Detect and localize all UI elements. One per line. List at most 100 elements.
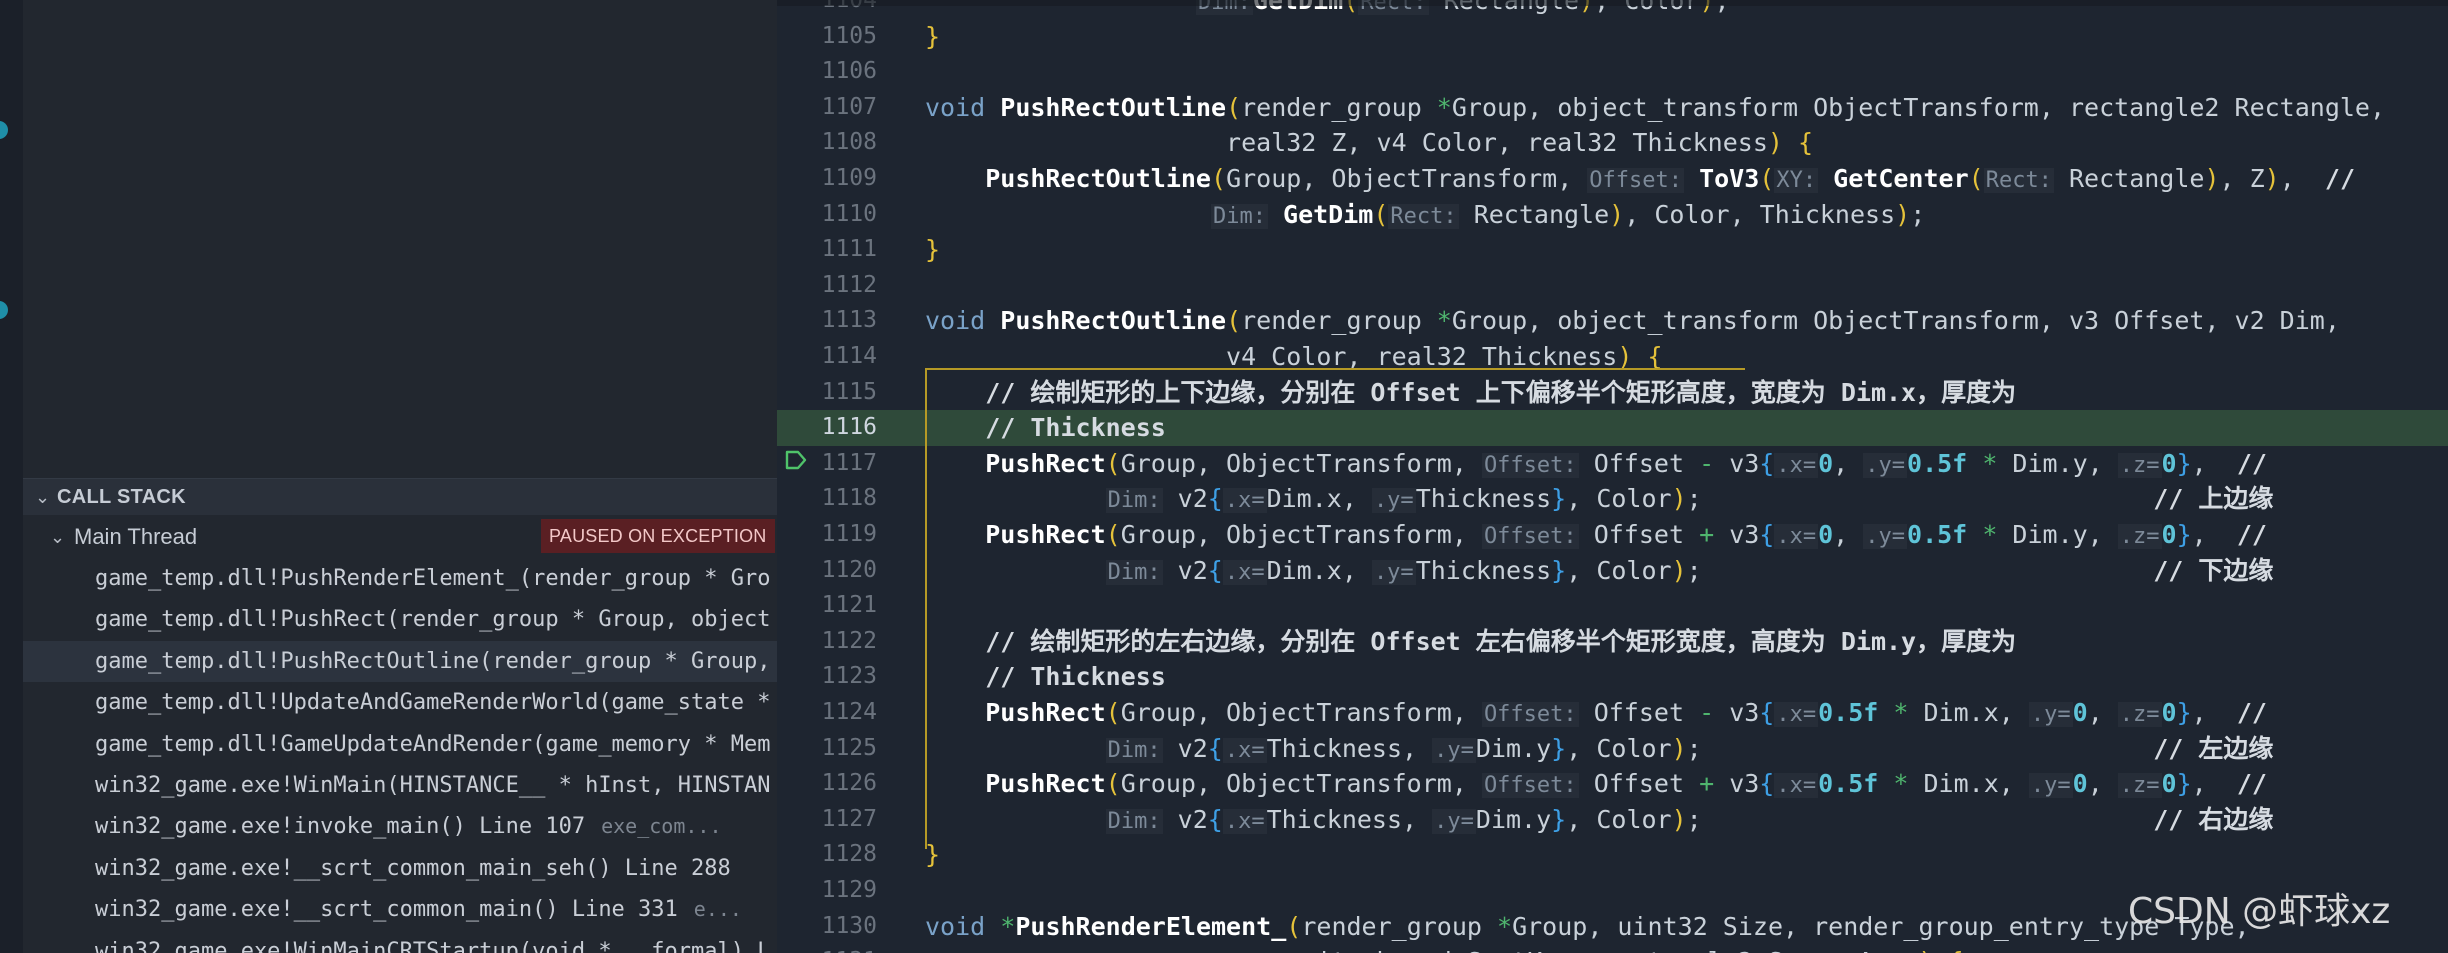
- code-text[interactable]: PushRect(Group, ObjectTransform, Offset:…: [925, 766, 2267, 804]
- code-line[interactable]: 1124 PushRect(Group, ObjectTransform, Of…: [777, 695, 2448, 731]
- code-line[interactable]: 1128}: [777, 837, 2448, 873]
- code-line[interactable]: 1126 PushRect(Group, ObjectTransform, Of…: [777, 766, 2448, 802]
- line-number[interactable]: 1119: [777, 517, 877, 553]
- callstack-frame[interactable]: game_temp.dll!UpdateAndGameRenderWorld(g…: [23, 682, 777, 723]
- breakpoint-current-arrow-icon[interactable]: [785, 449, 807, 471]
- code-line[interactable]: 1121: [777, 588, 2448, 624]
- code-line[interactable]: 1118 Dim: v2{.x=Dim.x, .y=Thickness}, Co…: [777, 481, 2448, 517]
- code-line[interactable]: 1113 void PushRectOutline(render_group *G…: [777, 303, 2448, 339]
- code-line[interactable]: 1117 PushRect(Group, ObjectTransform, Of…: [777, 446, 2448, 482]
- code-line[interactable]: 1112: [777, 268, 2448, 304]
- thread-label: Main Thread: [74, 524, 198, 549]
- callstack-frame[interactable]: win32_game.exe!__scrt_common_main() Line…: [23, 889, 777, 930]
- code-text[interactable]: sprite_bound SortKey, rectangle2 ScreenA…: [925, 944, 1963, 953]
- chevron-down-icon[interactable]: ⌄: [50, 527, 74, 548]
- bracket-scope-guide: [925, 368, 1745, 370]
- line-number[interactable]: 1107: [777, 90, 877, 126]
- line-number[interactable]: 1115: [777, 375, 877, 411]
- code-text[interactable]: void PushRectOutline(render_group *Group…: [925, 90, 2385, 126]
- code-line[interactable]: 1127 Dim: v2{.x=Thickness, .y=Dim.y}, Co…: [777, 802, 2448, 838]
- code-line[interactable]: 1106: [777, 54, 2448, 90]
- line-number[interactable]: 1124: [777, 695, 877, 731]
- callstack-frame-label: game_temp.dll!UpdateAndGameRenderWorld(g…: [95, 690, 771, 716]
- code-text[interactable]: }: [925, 837, 940, 873]
- line-number[interactable]: 1114: [777, 339, 877, 375]
- code-line[interactable]: 1109 PushRectOutline(Group, ObjectTransf…: [777, 161, 2448, 197]
- code-line[interactable]: 1111}: [777, 232, 2448, 268]
- callstack-frame-label: win32_game.exe!__scrt_common_main() Line…: [95, 897, 678, 923]
- callstack-frame-source: e...: [693, 897, 742, 922]
- code-text[interactable]: }: [925, 19, 940, 55]
- callstack-frame-source: exe_com...: [601, 814, 722, 839]
- callstack-frame-label: game_temp.dll!PushRenderElement_(render_…: [95, 566, 771, 591]
- code-text[interactable]: real32 Z, v4 Color, real32 Thickness) {: [925, 125, 1813, 161]
- callstack-header[interactable]: ⌄ CALL STACK: [23, 478, 777, 515]
- line-number[interactable]: 1108: [777, 125, 877, 161]
- line-number[interactable]: 1105: [777, 19, 877, 55]
- code-text[interactable]: Dim: v2{.x=Dim.x, .y=Thickness}, Color);…: [925, 553, 2273, 591]
- code-text[interactable]: PushRect(Group, ObjectTransform, Offset:…: [925, 517, 2267, 555]
- callstack-frame[interactable]: win32_game.exe!WinMainCRTStartup(void * …: [23, 931, 777, 953]
- callstack-frame[interactable]: win32_game.exe!__scrt_common_main_seh() …: [23, 848, 777, 889]
- code-line[interactable]: 1125 Dim: v2{.x=Thickness, .y=Dim.y}, Co…: [777, 731, 2448, 767]
- code-text[interactable]: PushRect(Group, ObjectTransform, Offset:…: [925, 446, 2267, 484]
- code-line-current[interactable]: 1116 // Thickness: [777, 410, 2448, 446]
- line-number[interactable]: 1111: [777, 232, 877, 268]
- code-line[interactable]: 1115 // 绘制矩形的上下边缘，分别在 Offset 上下偏移半个矩形高度，…: [777, 375, 2448, 411]
- code-line[interactable]: 1107 void PushRectOutline(render_group *G…: [777, 90, 2448, 126]
- callstack-frame-label: game_temp.dll!PushRect(render_group * Gr…: [95, 607, 771, 633]
- line-number[interactable]: 1118: [777, 481, 877, 517]
- line-number[interactable]: 1109: [777, 161, 877, 197]
- line-number[interactable]: 1127: [777, 802, 877, 838]
- code-text[interactable]: Dim: v2{.x=Thickness, .y=Dim.y}, Color);…: [925, 802, 2273, 840]
- line-number[interactable]: 1113: [777, 303, 877, 339]
- line-number[interactable]: 1123: [777, 659, 877, 695]
- line-number[interactable]: 1131: [777, 944, 877, 953]
- line-number[interactable]: 1130: [777, 909, 877, 945]
- code-text[interactable]: Dim: GetDim(Rect: Rectangle), Color, Thi…: [925, 197, 1925, 235]
- code-text[interactable]: void *PushRenderElement_(render_group *G…: [925, 909, 2250, 945]
- callstack-frame[interactable]: game_temp.dll!PushRectOutline(render_gro…: [23, 640, 777, 682]
- callstack-frame[interactable]: game_temp.dll!GameUpdateAndRender(game_m…: [23, 724, 777, 765]
- chevron-down-icon[interactable]: ⌄: [35, 487, 57, 508]
- code-text[interactable]: }: [925, 232, 940, 268]
- code-editor[interactable]: 1104 Dim:GetDim(Rect: Rectangle), Color)…: [777, 0, 2448, 953]
- line-number[interactable]: 1116: [777, 410, 877, 446]
- code-text[interactable]: void PushRectOutline(render_group *Group…: [925, 303, 2340, 339]
- line-number[interactable]: 1120: [777, 553, 877, 589]
- code-line[interactable]: 1119 PushRect(Group, ObjectTransform, Of…: [777, 517, 2448, 553]
- activity-bar: [0, 0, 23, 953]
- callstack-frame-label: win32_game.exe!__scrt_common_main_seh() …: [95, 855, 731, 881]
- line-number[interactable]: 1106: [777, 54, 877, 90]
- line-number[interactable]: 1126: [777, 766, 877, 802]
- line-number[interactable]: 1122: [777, 624, 877, 660]
- line-number[interactable]: 1125: [777, 731, 877, 767]
- code-line[interactable]: 1108 real32 Z, v4 Color, real32 Thicknes…: [777, 125, 2448, 161]
- activity-indicator-dot: [0, 301, 8, 319]
- code-text[interactable]: // 绘制矩形的左右边缘，分别在 Offset 左右偏移半个矩形宽度，高度为 D…: [925, 624, 2016, 660]
- code-line[interactable]: 1123 // Thickness: [777, 659, 2448, 695]
- line-number[interactable]: 1129: [777, 873, 877, 909]
- line-number[interactable]: 1110: [777, 197, 877, 233]
- code-text[interactable]: PushRectOutline(Group, ObjectTransform, …: [925, 161, 2355, 199]
- code-text[interactable]: Dim: v2{.x=Dim.x, .y=Thickness}, Color);…: [925, 481, 2273, 519]
- code-line[interactable]: 1131 sprite_bound SortKey, rectangle2 Sc…: [777, 944, 2448, 953]
- code-line[interactable]: 1105}: [777, 19, 2448, 55]
- callstack-frame[interactable]: win32_game.exe!invoke_main() Line 107 exe…: [23, 806, 777, 847]
- callstack-frame[interactable]: game_temp.dll!PushRenderElement_(render_…: [23, 558, 777, 599]
- code-text[interactable]: PushRect(Group, ObjectTransform, Offset:…: [925, 695, 2267, 733]
- callstack-frame[interactable]: game_temp.dll!PushRect(render_group * Gr…: [23, 599, 777, 640]
- code-text[interactable]: // Thickness: [925, 659, 1166, 695]
- code-line[interactable]: 1122 // 绘制矩形的左右边缘，分别在 Offset 左右偏移半个矩形宽度，…: [777, 624, 2448, 660]
- code-text[interactable]: // Thickness: [925, 410, 1166, 446]
- line-number[interactable]: 1112: [777, 268, 877, 304]
- callstack-frame-label: game_temp.dll!PushRectOutline(render_gro…: [95, 648, 771, 674]
- code-text[interactable]: Dim: v2{.x=Thickness, .y=Dim.y}, Color);…: [925, 731, 2273, 769]
- code-line[interactable]: 1120 Dim: v2{.x=Dim.x, .y=Thickness}, Co…: [777, 553, 2448, 589]
- callstack-frame[interactable]: win32_game.exe!WinMain(HINSTANCE__ * hIn…: [23, 765, 777, 806]
- callstack-frame-label: win32_game.exe!WinMainCRTStartup(void * …: [95, 938, 771, 953]
- code-line[interactable]: 1110 Dim: GetDim(Rect: Rectangle), Color…: [777, 197, 2448, 233]
- code-text[interactable]: // 绘制矩形的上下边缘，分别在 Offset 上下偏移半个矩形高度，宽度为 D…: [925, 375, 2016, 411]
- line-number[interactable]: 1128: [777, 837, 877, 873]
- line-number[interactable]: 1121: [777, 588, 877, 624]
